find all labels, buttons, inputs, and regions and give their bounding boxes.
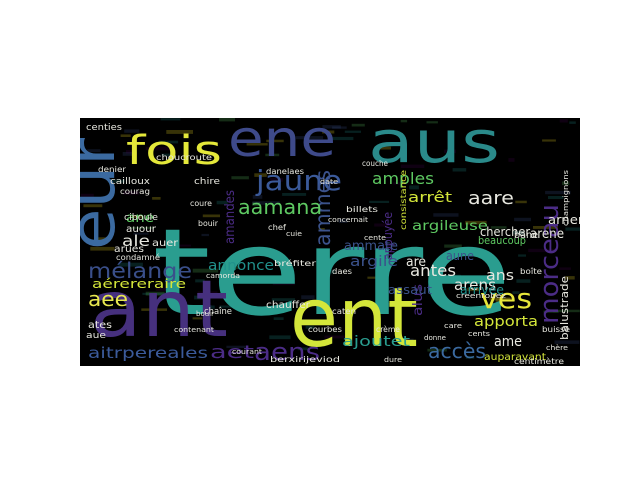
word-a-rereraire: aérereraire bbox=[92, 277, 186, 291]
filler-word-mark bbox=[559, 119, 568, 123]
word-aamana: aamana bbox=[238, 195, 322, 219]
word-aare: aare bbox=[468, 188, 514, 209]
word-assaut: assaut bbox=[388, 283, 432, 297]
word-caten: caten bbox=[332, 307, 356, 316]
word-cents: cents bbox=[468, 330, 490, 338]
word-courbes: courbes bbox=[308, 325, 342, 334]
word-fois: fois bbox=[126, 128, 222, 174]
word-aue: aue bbox=[86, 331, 107, 341]
filler-word-mark bbox=[515, 200, 527, 204]
word-camorda: camorda bbox=[206, 272, 240, 280]
word-care: care bbox=[444, 322, 462, 330]
word-ch-re: chère bbox=[546, 344, 568, 352]
word-bane: bane bbox=[514, 230, 538, 241]
word-cr-me: crème bbox=[376, 324, 400, 334]
word-concernait: concernait bbox=[328, 216, 368, 224]
word-danelaes: danelaes bbox=[266, 167, 304, 176]
word-chef: chef bbox=[268, 223, 286, 232]
word-aitrpereales: aitrpereales bbox=[88, 344, 208, 362]
word-cloud: terre ent ant aus ene fois eur jaune morceau méla… bbox=[80, 118, 580, 366]
word-aune: aune bbox=[446, 249, 474, 263]
filler-word-mark bbox=[231, 176, 249, 180]
word-ajoutet: ajoutet bbox=[342, 334, 411, 350]
word-condamn-: condamné bbox=[116, 252, 160, 262]
filler-word-mark bbox=[542, 139, 556, 142]
filler-word-mark bbox=[344, 130, 361, 133]
filler-word-mark bbox=[351, 123, 365, 127]
word-cloud-canvas: terreentantausenefoiseur jaunemorceauméla… bbox=[80, 118, 580, 366]
word-br-fiter: bréfiter bbox=[274, 258, 317, 268]
word-bouir: bouir bbox=[198, 219, 219, 228]
word-ene: ene bbox=[228, 118, 336, 168]
word-daes: daes bbox=[332, 267, 352, 276]
word-dure: dure bbox=[384, 356, 402, 364]
word-bouir: bouir bbox=[196, 310, 214, 318]
word-bo-te: boîte bbox=[520, 267, 542, 276]
word-apporta: apporta bbox=[474, 314, 538, 330]
word-berxirijeviod: berxirijeviod bbox=[270, 355, 340, 364]
word-couche: couche bbox=[362, 159, 388, 168]
word-billets: billets bbox=[346, 205, 378, 214]
word-consistance: consistance bbox=[399, 170, 408, 230]
word-donne: donne bbox=[424, 334, 446, 342]
word-ates: ates bbox=[88, 320, 112, 331]
filler-word-mark bbox=[160, 118, 181, 121]
word-amandes: amandes bbox=[223, 190, 238, 244]
word-are: are bbox=[406, 255, 426, 270]
word-cuie: cuie bbox=[286, 230, 302, 238]
word-courant: courant bbox=[232, 348, 262, 356]
word-chauffer: chauffer bbox=[266, 300, 311, 311]
word-cente: cente bbox=[364, 234, 386, 242]
word-acc-s: accès bbox=[428, 339, 486, 363]
word-buisse: buisse bbox=[542, 325, 570, 334]
word-chire: chire bbox=[194, 177, 221, 187]
word-arr-t: arrêt bbox=[408, 190, 453, 206]
word-denier: denier bbox=[98, 165, 127, 174]
word-courag: courag bbox=[120, 187, 150, 196]
filler-word-mark bbox=[569, 121, 576, 124]
filler-word-mark bbox=[152, 197, 161, 200]
word-date: date bbox=[320, 178, 338, 186]
word-ciboule: ciboule bbox=[124, 213, 158, 223]
word-choucroute: choucroute bbox=[156, 153, 212, 162]
word-coure: coure bbox=[190, 199, 212, 208]
word-champignons: champignons bbox=[562, 170, 570, 226]
word-auer: auer bbox=[152, 238, 179, 249]
word-contenant: contenant bbox=[174, 326, 214, 334]
word-centim-tre: centimètre bbox=[514, 356, 564, 366]
filler-word-mark bbox=[508, 158, 515, 162]
word-ans: ans bbox=[486, 268, 514, 284]
filler-word-mark bbox=[518, 254, 526, 257]
filler-word-mark bbox=[369, 200, 390, 203]
filler-word-mark bbox=[565, 227, 580, 231]
filler-word-mark bbox=[514, 217, 531, 222]
word-argileuse: argileuse bbox=[412, 219, 488, 234]
word-auour: auour bbox=[126, 224, 157, 235]
word-creenrobez: creenrobez bbox=[456, 292, 506, 300]
word-ame: ame bbox=[494, 334, 522, 350]
word-centies: centies bbox=[86, 123, 122, 133]
word-cailloux: cailloux bbox=[110, 177, 151, 187]
